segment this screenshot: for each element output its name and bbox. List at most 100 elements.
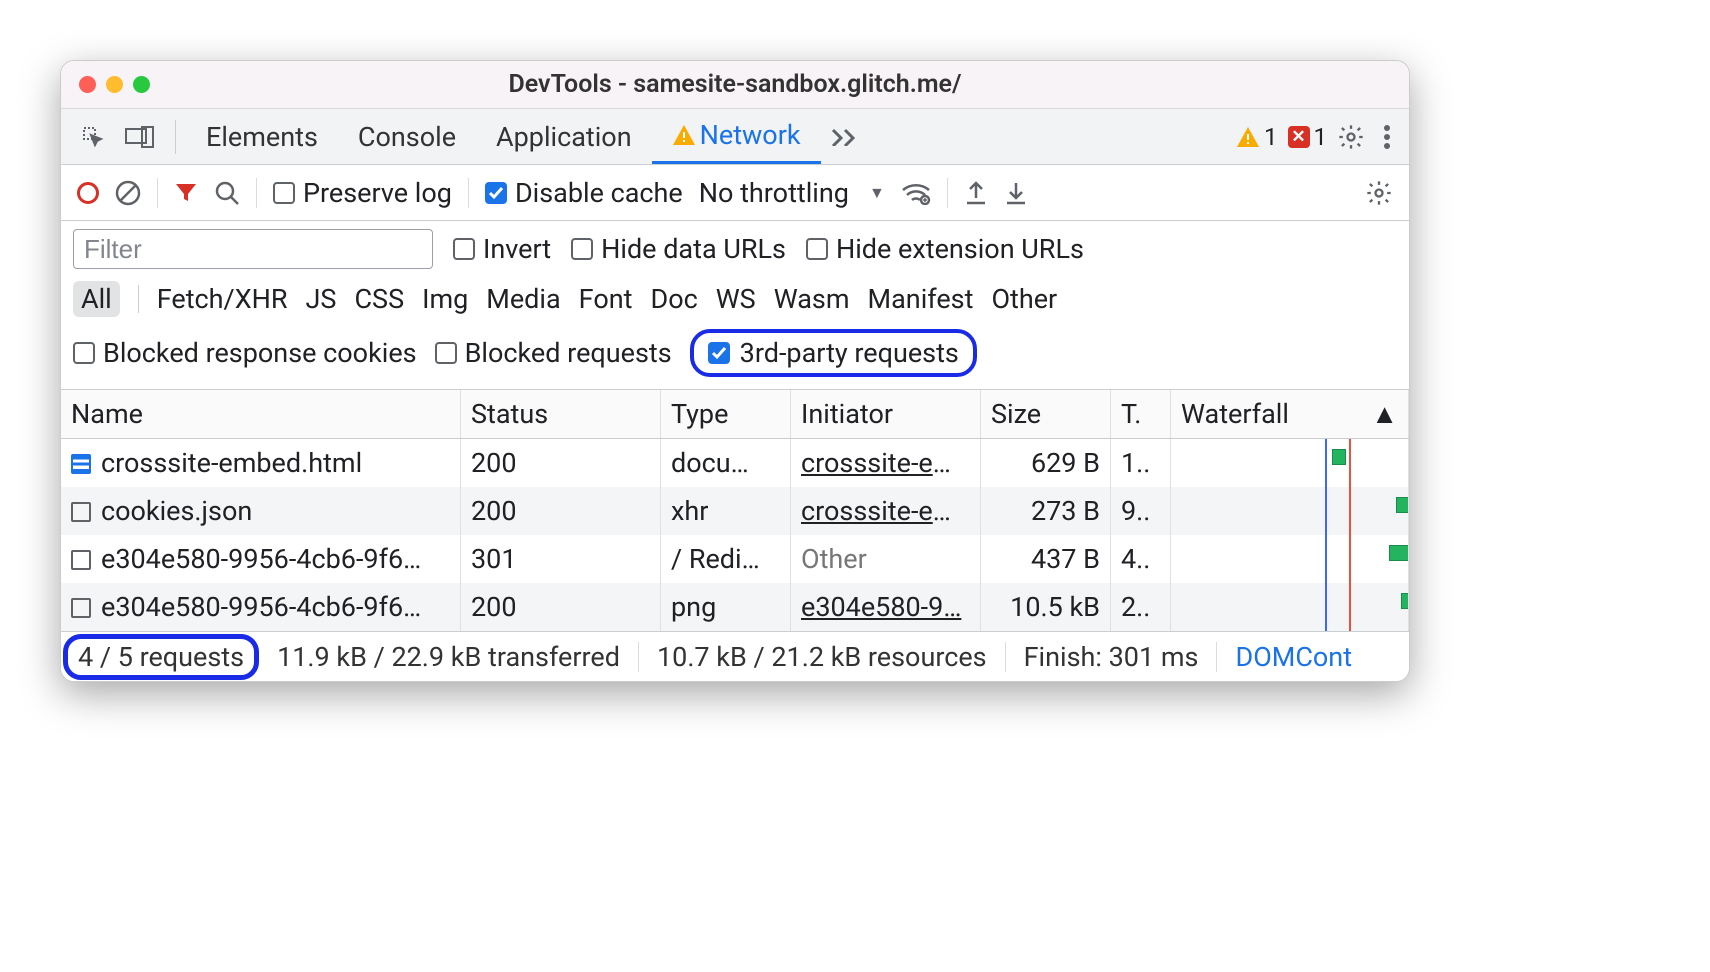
filter-icon[interactable] — [174, 181, 198, 205]
domcontent-link[interactable]: DOMCont — [1217, 641, 1370, 673]
initiator-link[interactable]: crosssite-em… — [801, 447, 974, 479]
sort-icon: ▲ — [1371, 398, 1398, 430]
cell-initiator: e304e580-9… — [791, 583, 981, 631]
pill-manifest[interactable]: Manifest — [868, 283, 974, 315]
cell-status: 200 — [461, 439, 661, 487]
more-tabs-icon[interactable] — [821, 128, 869, 146]
cell-status: 200 — [461, 583, 661, 631]
pill-media[interactable]: Media — [486, 283, 560, 315]
cell-time: 2.. — [1111, 583, 1171, 631]
table-row[interactable]: crosssite-embed.html 200 docu… crosssite… — [61, 439, 1409, 487]
main-tabbar: Elements Console Application Network 1 ✕… — [61, 109, 1409, 165]
hide-data-urls-checkbox[interactable]: Hide data URLs — [571, 233, 786, 265]
blocked-cookies-checkbox[interactable]: Blocked response cookies — [73, 337, 417, 369]
search-icon[interactable] — [214, 180, 240, 206]
checkbox-icon — [435, 342, 457, 364]
pill-css[interactable]: CSS — [354, 283, 404, 315]
table-header: Name Status Type Initiator Size T. Water… — [61, 390, 1409, 439]
pill-fetch-xhr[interactable]: Fetch/XHR — [157, 283, 288, 315]
maximize-window-button[interactable] — [133, 76, 150, 93]
tab-application[interactable]: Application — [476, 109, 652, 164]
preserve-log-label: Preserve log — [303, 177, 452, 209]
preserve-log-checkbox[interactable]: Preserve log — [273, 177, 452, 209]
cell-initiator: crosssite-em… — [791, 439, 981, 487]
clear-button[interactable] — [115, 180, 141, 206]
initiator-link[interactable]: e304e580-9… — [801, 591, 961, 623]
network-toolbar: Preserve log Disable cache No throttling… — [61, 165, 1409, 221]
invert-checkbox[interactable]: Invert — [453, 233, 551, 265]
table-row[interactable]: e304e580-9956-4cb6-9f6… 200 png e304e580… — [61, 583, 1409, 631]
cell-name: crosssite-embed.html — [61, 439, 461, 487]
checkbox-icon — [73, 342, 95, 364]
col-name[interactable]: Name — [61, 390, 461, 438]
divider — [256, 178, 257, 208]
cell-time: 4.. — [1111, 535, 1171, 583]
initiator-text: Other — [801, 543, 867, 575]
minimize-window-button[interactable] — [106, 76, 123, 93]
type-filter-pills: All Fetch/XHR JS CSS Img Media Font Doc … — [61, 277, 1409, 325]
tab-elements[interactable]: Elements — [186, 109, 338, 164]
download-har-icon[interactable] — [1004, 180, 1028, 206]
inspect-icon[interactable] — [71, 125, 115, 149]
pill-wasm[interactable]: Wasm — [774, 283, 850, 315]
error-count-badge[interactable]: ✕ 1 — [1288, 123, 1328, 151]
hide-ext-urls-checkbox[interactable]: Hide extension URLs — [806, 233, 1084, 265]
cell-status: 301 — [461, 535, 661, 583]
pill-doc[interactable]: Doc — [650, 283, 697, 315]
checkbox-icon — [485, 182, 507, 204]
disable-cache-checkbox[interactable]: Disable cache — [485, 177, 683, 209]
col-size[interactable]: Size — [981, 390, 1111, 438]
file-icon — [71, 550, 91, 570]
requests-count: 4 / 5 requests — [63, 634, 259, 680]
table-row[interactable]: e304e580-9956-4cb6-9f6… 301 / Redi… Othe… — [61, 535, 1409, 583]
settings-icon[interactable] — [1337, 123, 1365, 151]
warning-count-badge[interactable]: 1 — [1236, 123, 1278, 151]
table-body: crosssite-embed.html 200 docu… crosssite… — [61, 439, 1409, 631]
titlebar: DevTools - samesite-sandbox.glitch.me/ — [61, 61, 1409, 109]
cell-type: docu… — [661, 439, 791, 487]
divider — [138, 285, 139, 313]
tab-console[interactable]: Console — [338, 109, 476, 164]
divider — [157, 178, 158, 208]
col-type[interactable]: Type — [661, 390, 791, 438]
cell-name: e304e580-9956-4cb6-9f6… — [61, 583, 461, 631]
cell-waterfall — [1171, 535, 1409, 583]
extra-filters: Blocked response cookies Blocked request… — [61, 325, 1409, 389]
pill-ws[interactable]: WS — [716, 283, 756, 315]
finish-time: Finish: 301 ms — [1006, 641, 1217, 673]
blocked-requests-checkbox[interactable]: Blocked requests — [435, 337, 672, 369]
pill-other[interactable]: Other — [991, 283, 1057, 315]
initiator-link[interactable]: crosssite-em… — [801, 495, 974, 527]
pill-js[interactable]: JS — [306, 283, 337, 315]
col-status[interactable]: Status — [461, 390, 661, 438]
warning-icon — [672, 124, 696, 146]
checkbox-icon — [708, 342, 730, 364]
throttling-dropdown[interactable]: No throttling ▼ — [699, 177, 885, 209]
pill-img[interactable]: Img — [422, 283, 468, 315]
device-toolbar-icon[interactable] — [115, 126, 165, 148]
third-party-requests-checkbox[interactable]: 3rd-party requests — [690, 329, 977, 377]
pill-font[interactable]: Font — [579, 283, 633, 315]
col-waterfall[interactable]: Waterfall▲ — [1171, 390, 1409, 438]
more-menu-icon[interactable] — [1375, 124, 1399, 150]
panel-settings-icon[interactable] — [1365, 179, 1393, 207]
col-time[interactable]: T. — [1111, 390, 1171, 438]
cell-initiator: Other — [791, 535, 981, 583]
upload-har-icon[interactable] — [964, 180, 988, 206]
filter-input[interactable] — [73, 229, 433, 269]
cell-initiator: crosssite-em… — [791, 487, 981, 535]
pill-all[interactable]: All — [73, 281, 120, 317]
checkbox-icon — [453, 238, 475, 260]
close-window-button[interactable] — [79, 76, 96, 93]
cell-waterfall — [1171, 583, 1409, 631]
window-controls — [79, 76, 150, 93]
tab-network[interactable]: Network — [652, 109, 821, 164]
cell-time: 9.. — [1111, 487, 1171, 535]
cell-waterfall — [1171, 487, 1409, 535]
network-conditions-icon[interactable] — [901, 181, 931, 205]
record-button[interactable] — [77, 182, 99, 204]
transferred-size: 11.9 kB / 22.9 kB transferred — [259, 641, 638, 673]
col-initiator[interactable]: Initiator — [791, 390, 981, 438]
table-row[interactable]: cookies.json 200 xhr crosssite-em… 273 B… — [61, 487, 1409, 535]
cell-waterfall — [1171, 439, 1409, 487]
